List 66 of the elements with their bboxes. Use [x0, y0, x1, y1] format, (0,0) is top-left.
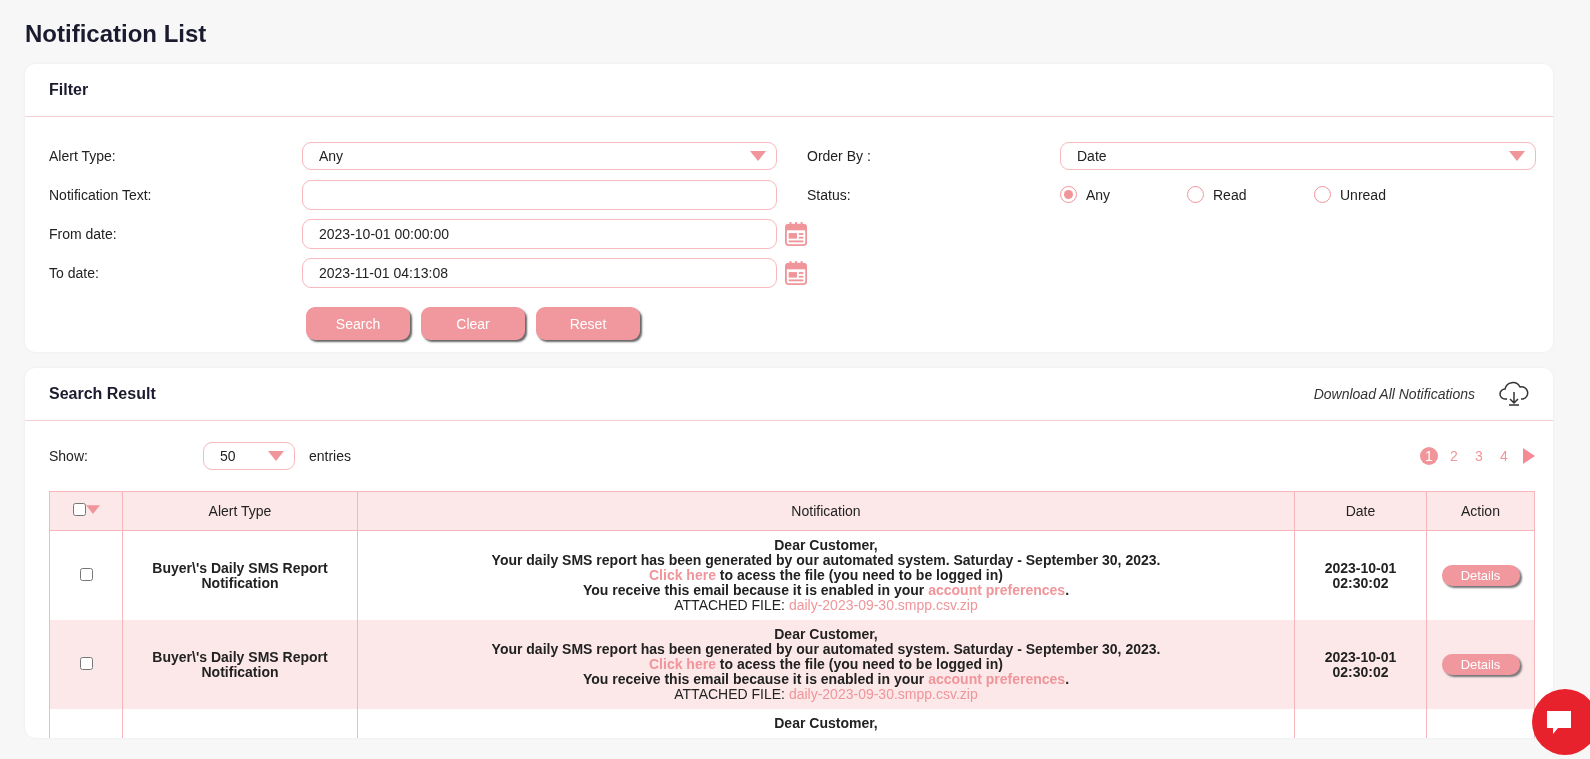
- caret-icon: [268, 451, 284, 461]
- caret-icon: [750, 150, 766, 161]
- preferences-text: You receive this email because it is enabled in your account preferences.: [581, 583, 1070, 598]
- row-checkbox[interactable]: [79, 567, 93, 581]
- date-text: 2023-10-01 02:30:02: [1323, 560, 1398, 591]
- click-here-link[interactable]: Click here: [649, 567, 716, 583]
- caret-icon[interactable]: [85, 505, 100, 514]
- field-label: From date:: [49, 225, 118, 242]
- clear-button[interactable]: Clear: [421, 307, 525, 340]
- reset-button[interactable]: Reset: [536, 307, 640, 340]
- notification-text: Your daily SMS report has been generated by our automated system. Saturday - September 30, 2023.: [490, 553, 1162, 568]
- attached-file-text: ATTACHED FILE: daily-2023-09-30.smpp.csv.zip: [673, 598, 979, 613]
- field-label: Status:: [807, 186, 852, 203]
- chat-icon: [1544, 708, 1574, 736]
- caret-icon: [1509, 150, 1525, 161]
- column-header: Notification: [357, 491, 1295, 531]
- file-link[interactable]: daily-2023-09-30.smpp.csv.zip: [788, 686, 978, 702]
- alert-type-dropdown[interactable]: Any: [302, 141, 777, 170]
- greeting-text: Dear Customer,: [773, 627, 879, 642]
- download-link[interactable]: Download All Notifications: [1313, 386, 1475, 402]
- page-link[interactable]: 2: [1445, 447, 1463, 465]
- access-text: Click here to acess the file (you need to be logged in): [648, 657, 1003, 672]
- preferences-link[interactable]: account preferences: [928, 671, 1066, 687]
- to-date-field[interactable]: 2023-11-01 04:13:08: [302, 257, 777, 288]
- preferences-text: You receive this email because it is enabled in your account preferences.: [581, 672, 1070, 687]
- page-title: Notification List: [25, 19, 208, 49]
- notification-text: Your daily SMS report has been generated by our automated system. Saturday - September 30, 2023.: [490, 642, 1162, 657]
- status-radio[interactable]: Read: [1187, 186, 1314, 203]
- column-header: Action: [1426, 491, 1535, 531]
- entries-label: entries: [309, 448, 352, 464]
- column-header: Alert Type: [122, 491, 358, 531]
- page-link[interactable]: 4: [1495, 447, 1513, 465]
- field-label: Order By :: [807, 147, 872, 164]
- select-all-checkbox[interactable]: [72, 503, 86, 516]
- notification-text-field[interactable]: [302, 179, 777, 210]
- column-header: Date: [1294, 491, 1427, 531]
- field-label: To date:: [49, 264, 100, 281]
- cloud-download-icon[interactable]: [1499, 381, 1529, 407]
- alert-type-text: Buyer\'s Daily SMS Report Notification: [152, 559, 328, 591]
- chat-button[interactable]: [1532, 689, 1590, 755]
- attached-file-text: ATTACHED FILE: daily-2023-09-30.smpp.csv.zip: [673, 687, 979, 702]
- row-checkbox[interactable]: [79, 656, 93, 670]
- page-link[interactable]: 3: [1470, 447, 1488, 465]
- greeting-text: Dear Customer,: [773, 716, 879, 731]
- panel-title: Search Result: [49, 385, 156, 403]
- preferences-link[interactable]: account preferences: [928, 582, 1066, 598]
- show-label: Show:: [49, 448, 89, 464]
- access-text: Click here to acess the file (you need to be logged in): [648, 568, 1003, 583]
- details-button[interactable]: Details: [1441, 565, 1520, 586]
- file-link[interactable]: daily-2023-09-30.smpp.csv.zip: [788, 597, 978, 613]
- panel-title: Filter: [49, 81, 89, 99]
- from-date-field[interactable]: 2023-10-01 00:00:00: [302, 218, 777, 249]
- next-page-icon[interactable]: [1523, 448, 1535, 464]
- page-link[interactable]: 1: [1420, 447, 1438, 465]
- click-here-link[interactable]: Click here: [649, 656, 716, 672]
- status-radio[interactable]: Any: [1060, 186, 1187, 203]
- search-button[interactable]: Search: [306, 307, 410, 340]
- page-size-dropdown[interactable]: 50: [203, 442, 295, 470]
- field-label: Alert Type:: [49, 147, 117, 164]
- order-by-dropdown[interactable]: Date: [1060, 141, 1536, 170]
- details-button[interactable]: Details: [1441, 654, 1520, 675]
- status-radio[interactable]: Unread: [1314, 186, 1441, 203]
- alert-type-text: Buyer\'s Daily SMS Report Notification: [152, 648, 328, 680]
- greeting-text: Dear Customer,: [773, 538, 879, 553]
- date-text: 2023-10-01 02:30:02: [1323, 649, 1398, 680]
- field-label: Notification Text:: [49, 186, 153, 203]
